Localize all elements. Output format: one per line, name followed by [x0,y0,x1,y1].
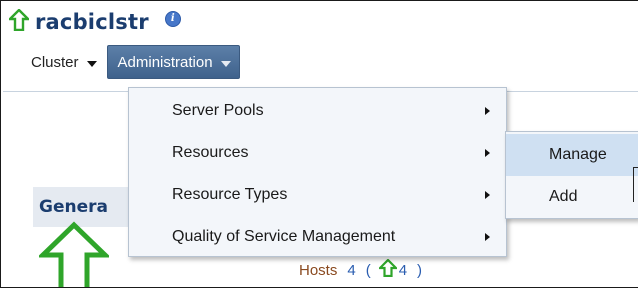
chevron-right-icon [485,233,490,241]
administration-dropdown-menu: Server Pools Resources Resource Types Qu… [128,87,507,257]
menu-item-quality-of-service-management[interactable]: Quality of Service Management [129,216,506,258]
hosts-count-link[interactable]: 4 [347,262,355,279]
menu-administration-label: Administration [117,53,213,71]
hosts-up-count-link[interactable]: 4 [399,262,407,279]
menu-cluster[interactable]: Cluster [3,47,107,77]
menu-administration[interactable]: Administration [106,45,240,79]
target-header: racbiclstr i [7,7,181,37]
hosts-summary: Hosts 4 ( 4 ) [299,258,423,281]
chevron-down-icon [86,60,97,67]
chevron-down-icon [220,60,231,67]
menu-item-label: Quality of Service Management [172,228,396,245]
up-arrow-icon [377,258,399,281]
up-arrow-icon [36,221,112,287]
target-title: racbiclstr [35,10,149,34]
mouse-cursor-icon [633,167,638,202]
chevron-right-icon [485,107,490,115]
submenu-item-manage[interactable]: Manage [506,134,638,176]
info-icon[interactable]: i [164,11,181,27]
page-frame: racbiclstr i Cluster Administration Gene… [0,0,638,288]
up-arrow-icon [7,8,31,35]
general-section-title-text: Genera [39,197,108,217]
resources-submenu: Manage Add [505,131,638,219]
menu-item-resources[interactable]: Resources [129,132,506,174]
submenu-item-label: Add [549,188,578,205]
open-paren: ( [365,261,371,279]
menubar: Cluster Administration [3,45,240,79]
menu-cluster-label: Cluster [31,53,79,71]
chevron-right-icon [485,149,490,157]
close-paren: ) [417,261,423,279]
menu-item-resource-types[interactable]: Resource Types [129,174,506,216]
menu-item-label: Resource Types [172,186,288,203]
menu-item-server-pools[interactable]: Server Pools [129,90,506,132]
submenu-item-add[interactable]: Add [506,176,638,218]
chevron-right-icon [485,191,490,199]
submenu-item-label: Manage [549,146,607,163]
hosts-label: Hosts [299,261,338,279]
menu-item-label: Resources [172,144,249,161]
menu-item-label: Server Pools [172,102,264,119]
